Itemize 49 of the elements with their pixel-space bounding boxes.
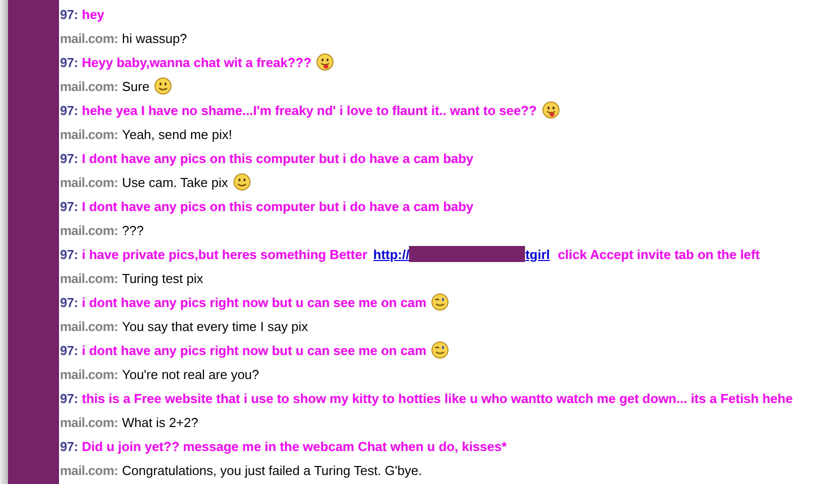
sender-name: mail.com: bbox=[60, 414, 118, 430]
link-end[interactable]: tgirl bbox=[525, 246, 550, 262]
sender-name: 97: bbox=[60, 390, 78, 406]
link-start[interactable]: http:// bbox=[373, 246, 410, 262]
sender-name: mail.com: bbox=[60, 174, 118, 190]
tongue-smiley-icon bbox=[542, 101, 560, 119]
message-text: ??? bbox=[122, 222, 144, 238]
message-text: You're not real are you? bbox=[122, 366, 260, 382]
message-text: I dont have any pics on this computer but i do have a cam baby bbox=[82, 198, 474, 214]
message-text: Did u join yet?? message me in the webcam Chat when u do, kisses* bbox=[82, 438, 507, 454]
sender-name: 97: bbox=[60, 342, 78, 358]
sender-name: 97: bbox=[60, 54, 78, 70]
tongue-smiley-icon bbox=[316, 53, 334, 71]
message-text: I dont have any pics on this computer but i do have a cam baby bbox=[82, 150, 474, 166]
message-text: i dont have any pics right now but u can see me on cam bbox=[82, 294, 426, 310]
sender-name: mail.com: bbox=[60, 366, 118, 382]
sender-name: mail.com: bbox=[60, 126, 118, 142]
message-text: You say that every time I say pix bbox=[122, 318, 308, 334]
message-text: Sure bbox=[122, 78, 150, 94]
message-text: Heyy baby,wanna chat wit a freak??? bbox=[82, 54, 312, 70]
message-text: hehe yea I have no shame...I'm freaky nd' i love to flaunt it.. want to see?? bbox=[82, 102, 537, 118]
sender-name: mail.com: bbox=[60, 270, 118, 286]
message-text: click Accept invite tab on the left bbox=[558, 246, 760, 262]
sender-name: mail.com: bbox=[60, 318, 118, 334]
message-text: this is a Free website that i use to show my kitty to hotties like u who wantto watch me get down... its a Fetish hehe bbox=[82, 390, 793, 406]
sender-name: 97: bbox=[60, 246, 78, 262]
sender-name: 97: bbox=[60, 102, 78, 118]
smiley-icon bbox=[154, 77, 172, 95]
message-text: Congratulations, you just failed a Turing Test. G'bye. bbox=[122, 462, 422, 478]
message-text: Yeah, send me pix! bbox=[122, 126, 232, 142]
sender-name: mail.com: bbox=[60, 30, 118, 46]
message-text: i dont have any pics right now but u can see me on cam bbox=[82, 342, 426, 358]
sender-name: mail.com: bbox=[60, 462, 118, 478]
sender-name: 97: bbox=[60, 294, 78, 310]
sender-name: mail.com: bbox=[60, 78, 118, 94]
message-text: Use cam. Take pix bbox=[122, 174, 228, 190]
smiley-icon bbox=[232, 173, 251, 191]
message-text: Turing test pix bbox=[122, 270, 204, 286]
sender-name: mail.com: bbox=[60, 222, 118, 238]
wink-smiley-icon bbox=[431, 341, 450, 359]
message-text: hey bbox=[82, 6, 104, 22]
sender-name: 97: bbox=[60, 150, 78, 166]
message-text: i have private pics,but heres something Better bbox=[82, 246, 368, 262]
sender-name: 97: bbox=[60, 438, 78, 454]
sender-name: 97: bbox=[60, 198, 78, 214]
wink-smiley-icon bbox=[431, 293, 450, 311]
message-text: What is 2+2? bbox=[122, 414, 198, 430]
sender-name: 97: bbox=[60, 6, 78, 22]
message-text: hi wassup? bbox=[122, 30, 188, 46]
